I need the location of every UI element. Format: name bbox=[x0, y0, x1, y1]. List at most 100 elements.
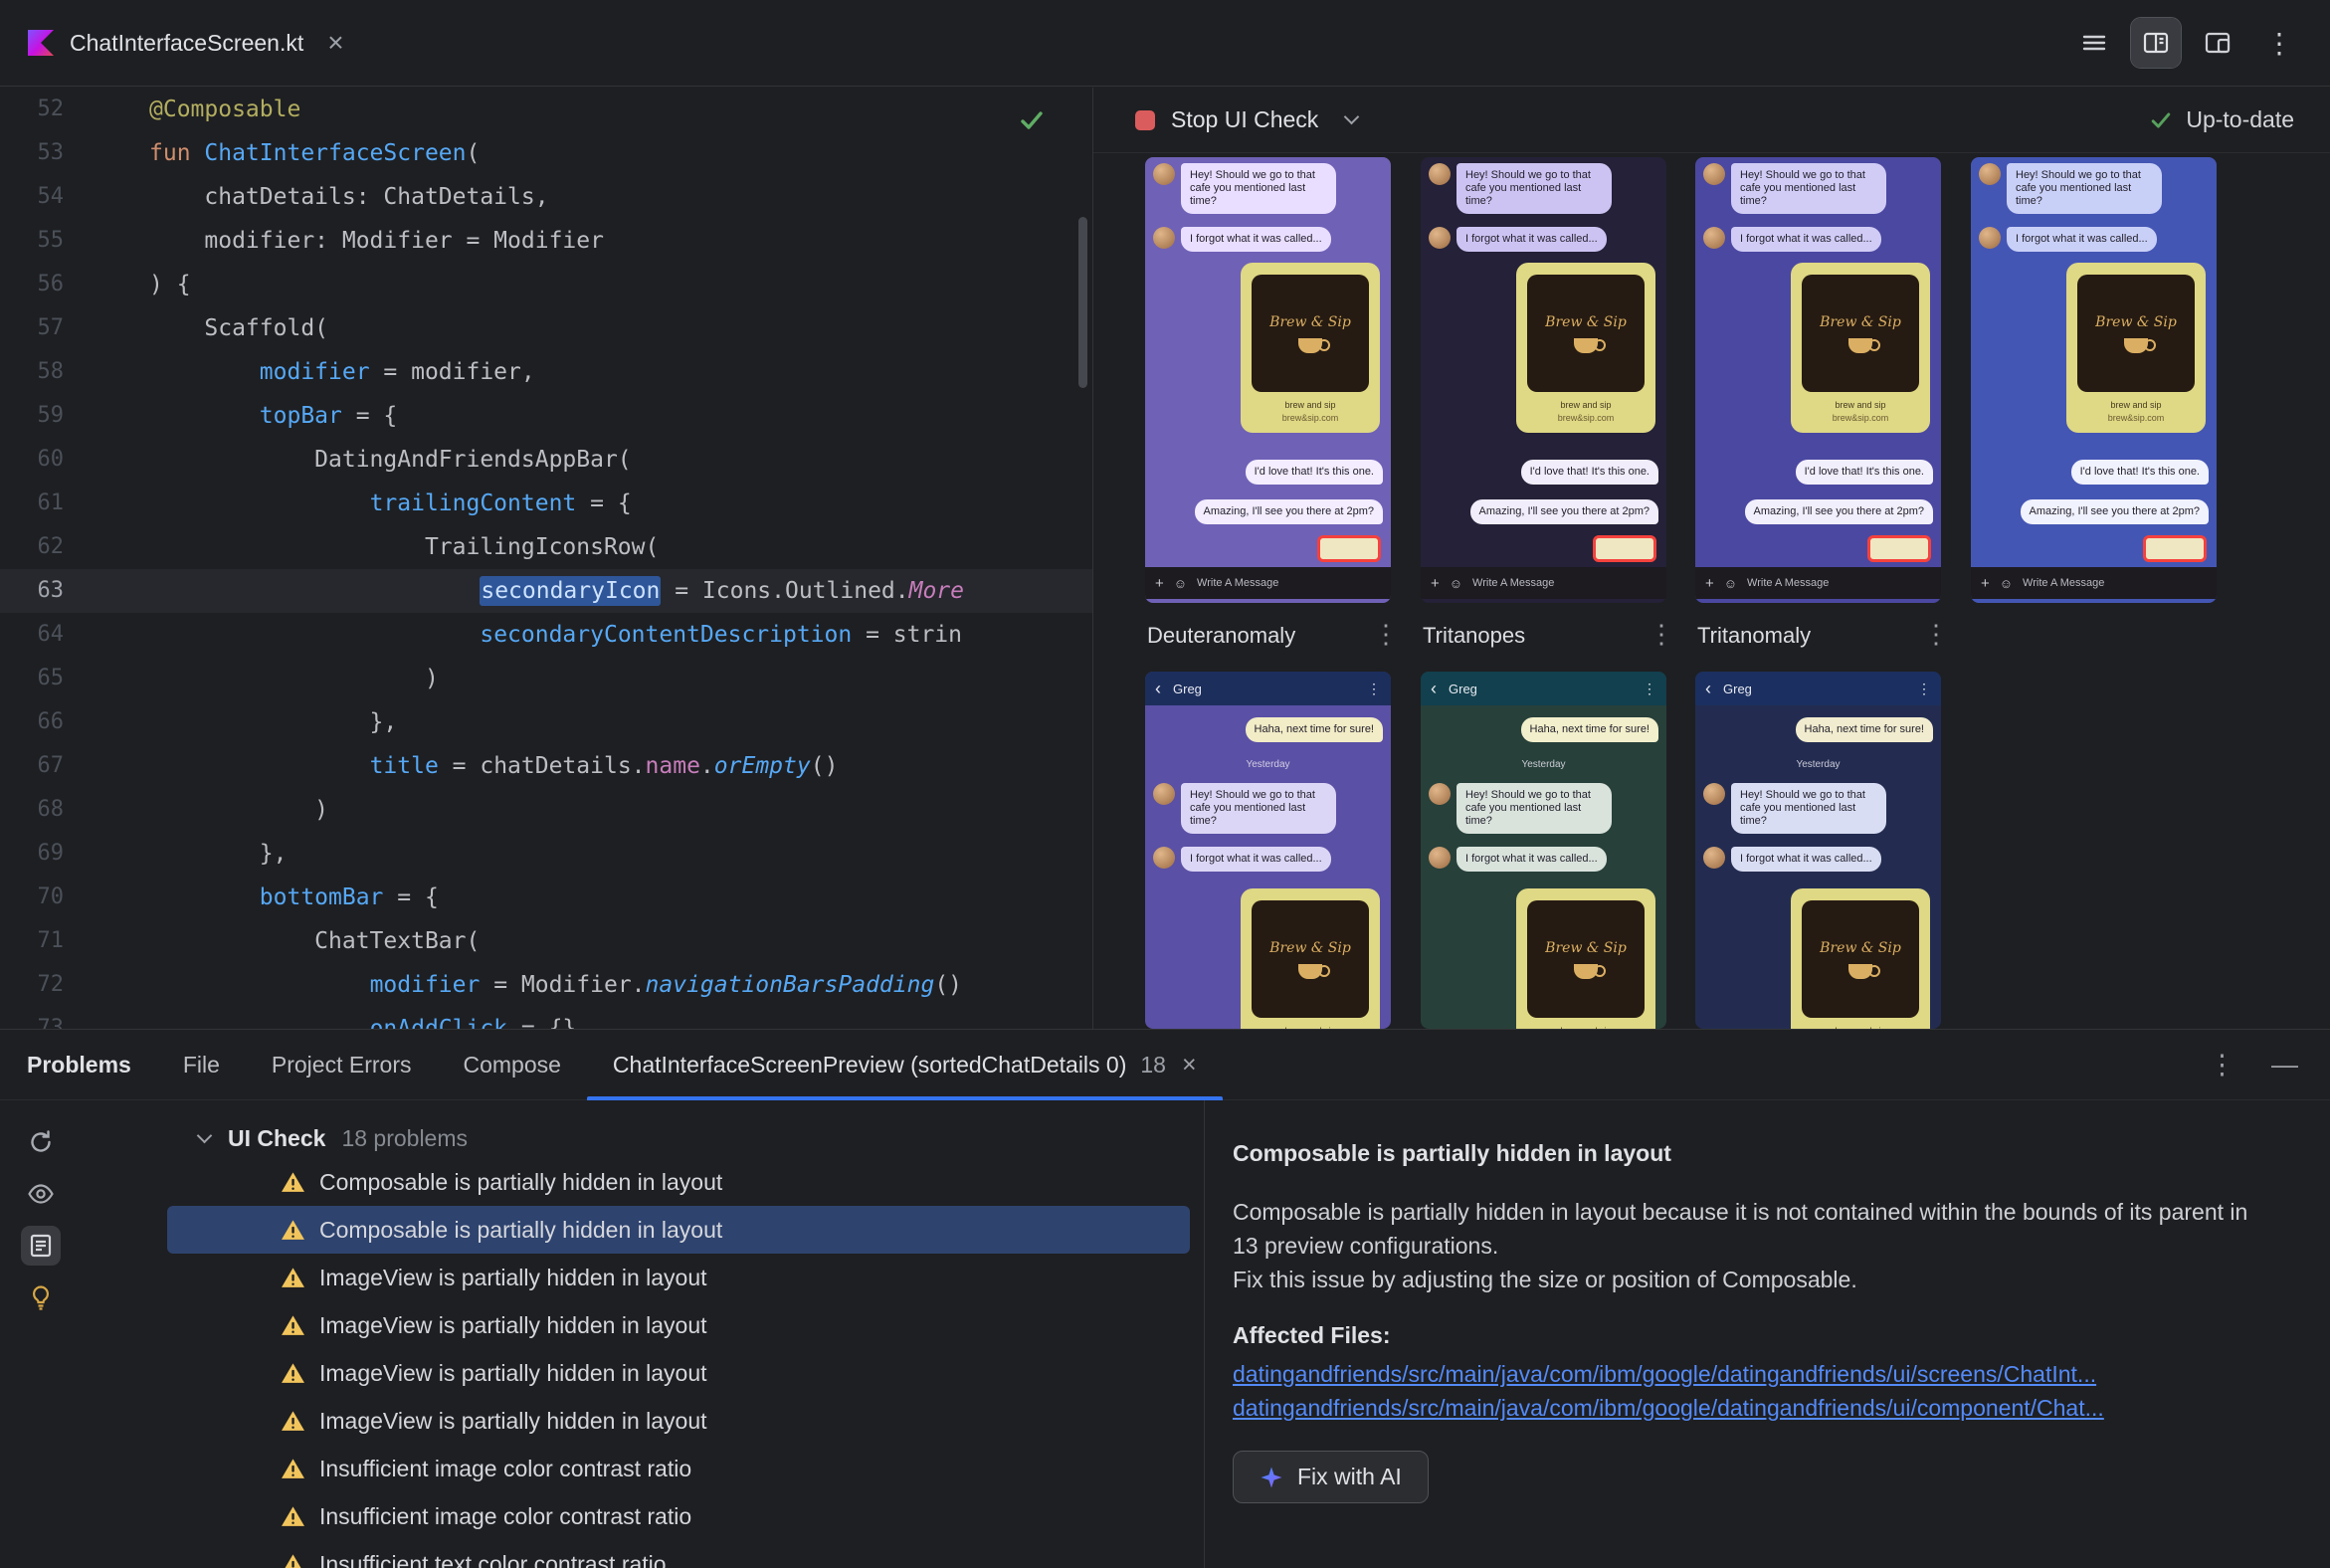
code-token: ( bbox=[466, 140, 481, 166]
variant-label: Deuteranomaly bbox=[1147, 623, 1296, 648]
code-text: TrailingIconsRow( bbox=[64, 525, 659, 569]
add-icon[interactable]: + bbox=[1431, 575, 1440, 592]
ai-sparkle-icon bbox=[1261, 1467, 1282, 1487]
add-icon[interactable]: + bbox=[1981, 575, 1990, 592]
emoji-icon[interactable]: ☺ bbox=[1450, 576, 1462, 591]
stop-ui-check-button[interactable]: Stop UI Check bbox=[1171, 106, 1318, 133]
code-line: 64 secondaryContentDescription = strin bbox=[0, 613, 1092, 657]
ui-check-highlight bbox=[1317, 535, 1381, 562]
tab-close-icon[interactable]: × bbox=[327, 27, 343, 59]
preview-phone[interactable]: Hey! Should we go to that cafe you menti… bbox=[1421, 157, 1666, 603]
more-options-icon[interactable]: ⋮ bbox=[1373, 619, 1399, 650]
more-options-icon[interactable]: ⋮ bbox=[1649, 619, 1674, 650]
code-token: fun bbox=[149, 140, 205, 166]
more-options-icon[interactable]: ⋮ bbox=[2209, 1050, 2235, 1080]
problem-item[interactable]: ImageView is partially hidden in layout bbox=[82, 1254, 1204, 1301]
card-tagline: brew and sip bbox=[2110, 400, 2162, 410]
split-editor-icon[interactable] bbox=[2130, 17, 2182, 69]
date-separator: Yesterday bbox=[1246, 759, 1290, 770]
avatar bbox=[1429, 227, 1451, 249]
quickfix-bulb-icon[interactable] bbox=[21, 1277, 61, 1317]
device-mirror-icon[interactable] bbox=[2193, 18, 2242, 68]
chevron-down-icon[interactable] bbox=[196, 1127, 213, 1144]
tab-preview-problems[interactable]: ChatInterfaceScreenPreview (sortedChatDe… bbox=[586, 1030, 1223, 1100]
emoji-icon[interactable]: ☺ bbox=[1174, 576, 1187, 591]
code-token: Scaffold( bbox=[149, 315, 329, 341]
report-view-icon[interactable] bbox=[21, 1226, 61, 1266]
problem-item[interactable]: ImageView is partially hidden in layout bbox=[82, 1397, 1204, 1445]
code-token: orEmpty bbox=[713, 753, 811, 779]
code-line: 72 modifier = Modifier.navigationBarsPad… bbox=[0, 963, 1092, 1007]
brand-name: Brew & Sip bbox=[1820, 313, 1901, 330]
stop-icon[interactable] bbox=[1135, 109, 1155, 130]
chat-header: ‹ Greg ⋮ bbox=[1695, 672, 1941, 705]
titlebar: ChatInterfaceScreen.kt × ⋮ bbox=[0, 0, 2330, 87]
inspection-ok-icon[interactable] bbox=[1017, 105, 1047, 140]
message-bubble: Hey! Should we go to that cafe you menti… bbox=[1731, 163, 1886, 214]
problem-item[interactable]: ImageView is partially hidden in layout bbox=[82, 1301, 1204, 1349]
preview-phone[interactable]: Hey! Should we go to that cafe you menti… bbox=[1971, 157, 2217, 603]
code-line: 67 title = chatDetails.name.orEmpty() bbox=[0, 744, 1092, 788]
add-icon[interactable]: + bbox=[1155, 575, 1164, 592]
tab-close-icon[interactable]: × bbox=[1182, 1051, 1197, 1079]
fix-with-ai-button[interactable]: Fix with AI bbox=[1233, 1451, 1429, 1503]
variant-label: Tritanomaly bbox=[1697, 623, 1812, 648]
more-options-icon[interactable]: ⋮ bbox=[2254, 18, 2304, 68]
problems-group-header[interactable]: UI Check 18 problems bbox=[82, 1118, 1204, 1158]
avatar bbox=[1153, 163, 1175, 185]
tab-project-errors[interactable]: Project Errors bbox=[246, 1030, 438, 1099]
code-token: = strin bbox=[852, 622, 962, 648]
code-editor[interactable]: 52 @Composable 53 fun ChatInterfaceScreen(5… bbox=[0, 88, 1092, 1029]
code-token: = { bbox=[341, 403, 398, 429]
message-input-bar[interactable]: + ☺ Write A Message bbox=[1421, 567, 1666, 599]
ide-window: ChatInterfaceScreen.kt × ⋮ 52 @Composable… bbox=[0, 0, 2330, 1568]
problem-item[interactable]: Insufficient image color contrast ratio bbox=[82, 1492, 1204, 1540]
problem-item[interactable]: Insufficient image color contrast ratio bbox=[82, 1445, 1204, 1492]
affected-file-link[interactable]: datingandfriends/src/main/java/com/ibm/g… bbox=[1233, 1391, 2104, 1425]
preview-phone-variant[interactable]: ‹ Greg ⋮ Haha, next time for sure! Yesterday… bbox=[1145, 672, 1391, 1029]
code-text: title = chatDetails.name.orEmpty() bbox=[64, 744, 839, 788]
tab-problems[interactable]: Problems bbox=[27, 1030, 157, 1099]
more-options-icon[interactable]: ⋮ bbox=[1917, 681, 1931, 697]
preview-phone-variant[interactable]: ‹ Greg ⋮ Haha, next time for sure! Yesterday… bbox=[1695, 672, 1941, 1029]
add-icon[interactable]: + bbox=[1705, 575, 1714, 592]
message-bubble: I forgot what it was called... bbox=[1731, 227, 1881, 252]
message-input-bar[interactable]: + ☺ Write A Message bbox=[1971, 567, 2217, 599]
rerun-inspection-icon[interactable] bbox=[21, 1122, 61, 1162]
preview-phone[interactable]: Hey! Should we go to that cafe you menti… bbox=[1695, 157, 1941, 603]
more-options-icon[interactable]: ⋮ bbox=[1923, 619, 1949, 650]
chevron-down-icon[interactable] bbox=[1344, 108, 1360, 125]
problem-item[interactable]: ImageView is partially hidden in layout bbox=[82, 1349, 1204, 1397]
emoji-icon[interactable]: ☺ bbox=[2000, 576, 2013, 591]
preview-eye-icon[interactable] bbox=[21, 1174, 61, 1214]
tab-file[interactable]: File bbox=[157, 1030, 246, 1099]
problem-item[interactable]: Composable is partially hidden in layout bbox=[82, 1158, 1204, 1206]
editor-scrollbar[interactable] bbox=[1078, 217, 1087, 388]
tab-compose[interactable]: Compose bbox=[437, 1030, 586, 1099]
code-token: = Icons.Outlined. bbox=[661, 578, 909, 604]
code-line: 59 topBar = { bbox=[0, 394, 1092, 438]
preview-phone-variant[interactable]: ‹ Greg ⋮ Haha, next time for sure! Yesterday… bbox=[1421, 672, 1666, 1029]
minimize-icon[interactable]: — bbox=[2271, 1050, 2298, 1080]
code-token: = {} bbox=[507, 1016, 577, 1029]
message-input-bar[interactable]: + ☺ Write A Message bbox=[1695, 567, 1941, 599]
code-line: 61 trailingContent = { bbox=[0, 482, 1092, 525]
more-options-icon[interactable]: ⋮ bbox=[1643, 681, 1656, 697]
back-icon[interactable]: ‹ bbox=[1431, 679, 1437, 699]
affected-file-link[interactable]: datingandfriends/src/main/java/com/ibm/g… bbox=[1233, 1357, 2096, 1391]
more-options-icon[interactable]: ⋮ bbox=[1367, 681, 1381, 697]
received-message: I forgot what it was called... bbox=[1153, 227, 1331, 252]
back-icon[interactable]: ‹ bbox=[1705, 679, 1711, 699]
emoji-icon[interactable]: ☺ bbox=[1724, 576, 1737, 591]
message-input-bar[interactable]: + ☺ Write A Message bbox=[1145, 567, 1391, 599]
editor-tab[interactable]: ChatInterfaceScreen.kt × bbox=[0, 0, 372, 86]
avatar bbox=[1979, 163, 2001, 185]
problem-item[interactable]: Insufficient text color contrast ratio bbox=[82, 1540, 1204, 1568]
received-message: I forgot what it was called... bbox=[1703, 847, 1881, 872]
back-icon[interactable]: ‹ bbox=[1155, 679, 1161, 699]
structure-view-icon[interactable] bbox=[2069, 18, 2119, 68]
problem-item[interactable]: Composable is partially hidden in layout bbox=[167, 1206, 1190, 1254]
preview-phone[interactable]: Hey! Should we go to that cafe you menti… bbox=[1145, 157, 1391, 603]
code-line: 70 bottomBar = { bbox=[0, 876, 1092, 919]
